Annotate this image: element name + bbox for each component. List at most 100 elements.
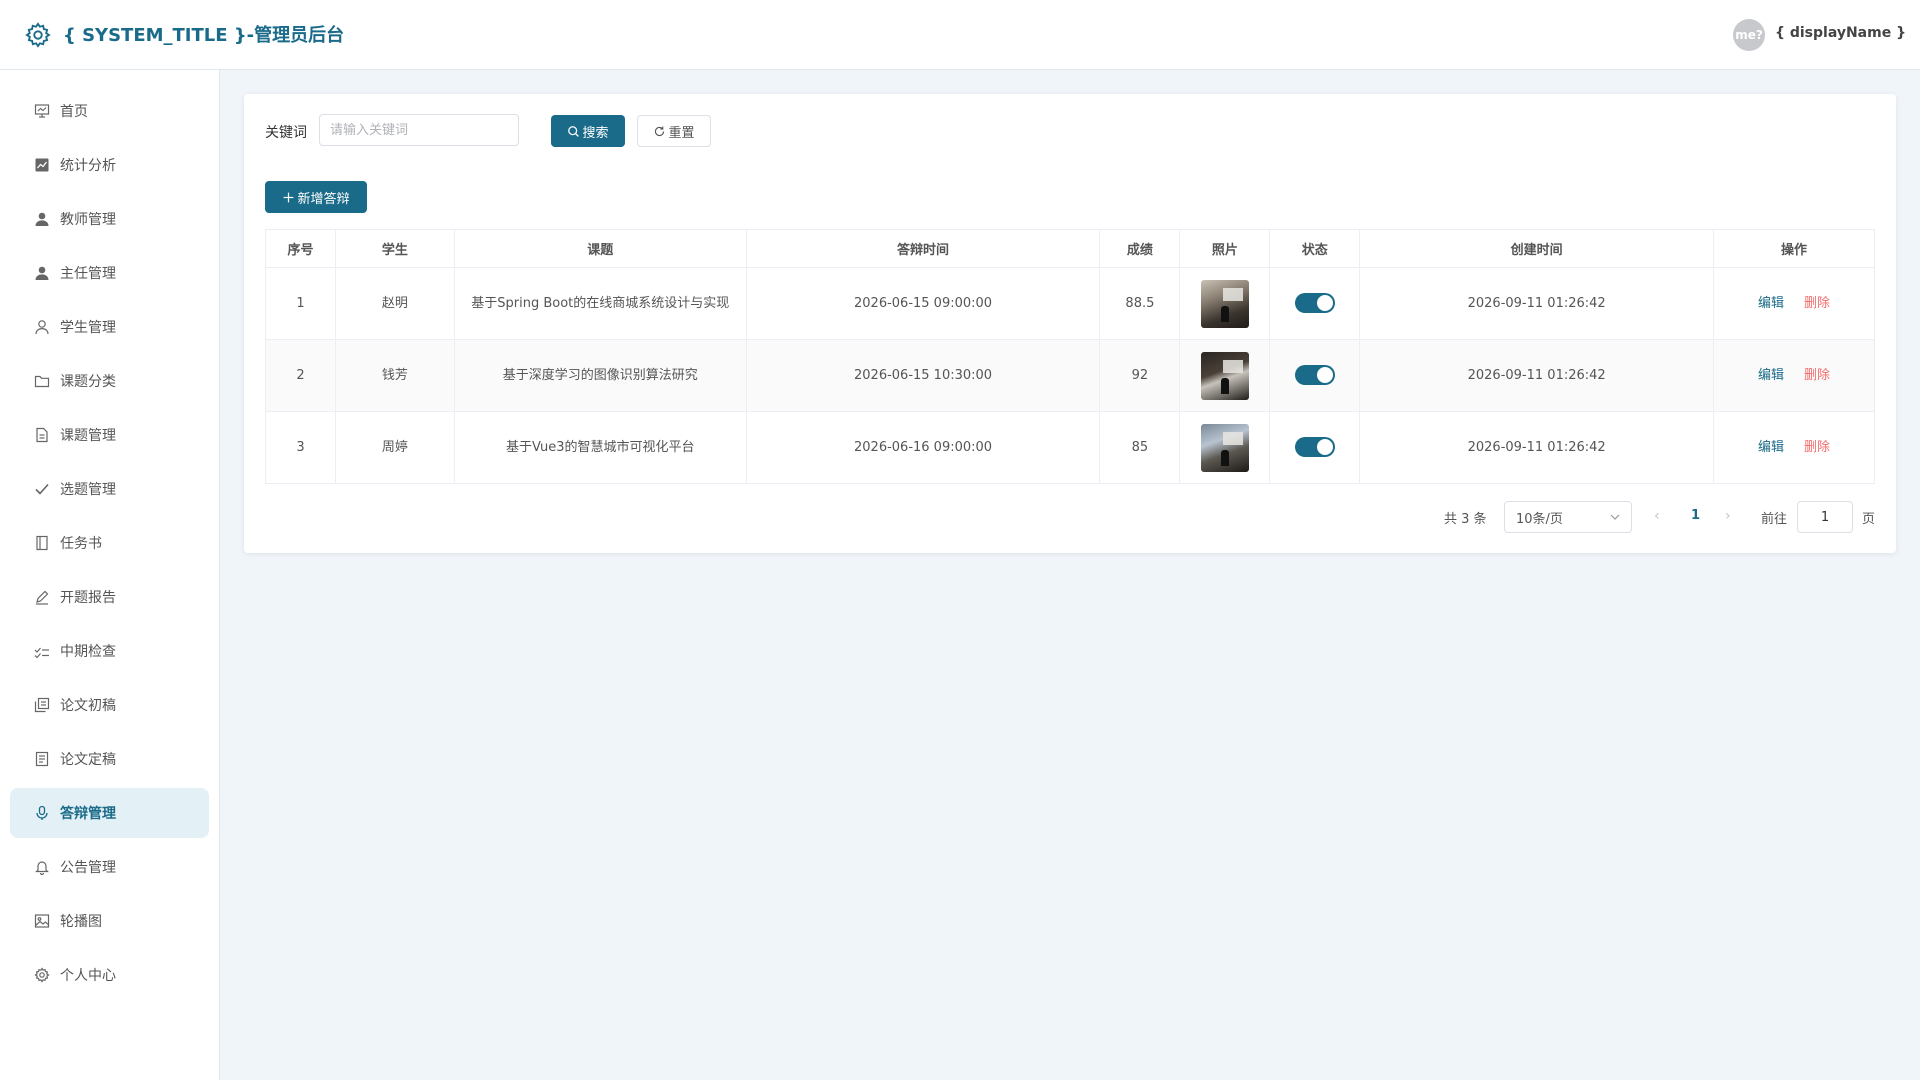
reset-button[interactable]: 重置 [637, 115, 711, 147]
search-button[interactable]: 搜索 [551, 115, 625, 147]
sidebar-item-0[interactable]: 首页 [10, 86, 209, 136]
sidebar-item-12[interactable]: 论文定稿 [10, 734, 209, 784]
cell-created: 2026-09-11 01:26:42 [1359, 339, 1715, 412]
sidebar-item-9[interactable]: 开题报告 [10, 572, 209, 622]
cell-index: 3 [265, 411, 336, 484]
sidebar-item-2[interactable]: 教师管理 [10, 194, 209, 244]
microphone-icon [34, 805, 50, 821]
topic-text: 基于Spring Boot的在线商城系统设计与实现 [471, 295, 730, 311]
gear-icon [25, 22, 51, 48]
user-outline-icon [34, 319, 50, 335]
cell-photo [1179, 267, 1271, 340]
col-header-index: 序号 [265, 229, 336, 268]
cell-photo [1179, 411, 1271, 484]
goto-label: 前往 [1761, 512, 1788, 527]
cell-created: 2026-09-11 01:26:42 [1359, 267, 1715, 340]
sidebar-item-10[interactable]: 中期检查 [10, 626, 209, 676]
check-icon [34, 481, 50, 497]
delete-link[interactable]: 删除 [1804, 440, 1830, 455]
cell-actions: 编辑 删除 [1713, 267, 1875, 340]
delete-link[interactable]: 删除 [1804, 368, 1830, 383]
edit-link[interactable]: 编辑 [1758, 296, 1784, 311]
cell-created: 2026-09-11 01:26:42 [1359, 411, 1715, 484]
sidebar-item-label: 选题管理 [60, 482, 116, 498]
sidebar-item-15[interactable]: 轮播图 [10, 896, 209, 946]
delete-link[interactable]: 删除 [1804, 296, 1830, 311]
add-defense-label: 新增答辩 [297, 191, 350, 207]
status-toggle[interactable] [1294, 437, 1335, 458]
user-filled-icon [34, 211, 50, 227]
cell-student: 赵明 [334, 267, 455, 340]
col-header-student: 学生 [334, 229, 455, 268]
cell-status [1269, 339, 1361, 412]
cell-status [1269, 267, 1361, 340]
cell-topic: 基于Vue3的智慧城市可视化平台 [453, 411, 747, 484]
sidebar-item-14[interactable]: 公告管理 [10, 842, 209, 892]
sidebar-item-5[interactable]: 课题分类 [10, 356, 209, 406]
defense-photo[interactable] [1200, 351, 1249, 400]
topic-text: 基于Vue3的智慧城市可视化平台 [506, 439, 695, 455]
sidebar-item-label: 开题报告 [60, 590, 116, 606]
table-row: 3 周婷 基于Vue3的智慧城市可视化平台 2026-06-16 09:00:0… [265, 411, 1875, 484]
copy-document-icon [34, 697, 50, 713]
col-header-score: 成绩 [1099, 229, 1181, 268]
cell-index: 2 [265, 339, 336, 412]
setting-icon [34, 967, 50, 983]
page-suffix: 页 [1862, 512, 1876, 527]
cell-defense-time: 2026-06-16 09:00:00 [745, 411, 1101, 484]
topic-text: 基于深度学习的图像识别算法研究 [502, 367, 698, 383]
edit-link[interactable]: 编辑 [1758, 368, 1784, 383]
add-defense-button[interactable]: 新增答辩 [265, 181, 367, 213]
finished-icon [34, 643, 50, 659]
col-header-created: 创建时间 [1359, 229, 1715, 268]
sidebar-item-label: 主任管理 [60, 266, 116, 282]
app-title: { SYSTEM_TITLE }-管理员后台 [63, 25, 345, 46]
sidebar-item-label: 学生管理 [60, 320, 116, 336]
sidebar-item-label: 答辩管理 [60, 806, 116, 822]
refresh-icon [655, 126, 665, 136]
search-input[interactable] [319, 114, 519, 146]
sidebar-item-8[interactable]: 任务书 [10, 518, 209, 568]
col-header-actions: 操作 [1713, 229, 1875, 268]
main-card: 关键词 搜索 重置 新增答辩 序号 学生 课题 答辩时间 成绩 照片 状态 创建… [244, 94, 1896, 553]
avatar[interactable]: me? [1733, 19, 1765, 51]
sidebar-item-6[interactable]: 课题管理 [10, 410, 209, 460]
col-header-photo: 照片 [1179, 229, 1271, 268]
sidebar-item-11[interactable]: 论文初稿 [10, 680, 209, 730]
status-toggle[interactable] [1294, 293, 1335, 314]
sidebar-item-7[interactable]: 选题管理 [10, 464, 209, 514]
next-page-button[interactable]: › [1725, 508, 1731, 524]
page-number-current[interactable]: 1 [1691, 508, 1700, 523]
sidebar-item-3[interactable]: 主任管理 [10, 248, 209, 298]
cell-topic: 基于深度学习的图像识别算法研究 [453, 339, 747, 412]
defense-photo[interactable] [1200, 279, 1249, 328]
goto-page-input[interactable] [1797, 501, 1853, 533]
user-display-name[interactable]: { displayName } [1775, 25, 1906, 41]
sidebar-item-label: 任务书 [60, 536, 102, 552]
sidebar-item-label: 轮播图 [60, 914, 102, 930]
edit-link[interactable]: 编辑 [1758, 440, 1784, 455]
cell-index: 1 [265, 267, 336, 340]
notebook-icon [34, 535, 50, 551]
sidebar-item-label: 公告管理 [60, 860, 116, 876]
prev-page-button[interactable]: ‹ [1654, 508, 1660, 524]
reset-button-label: 重置 [668, 125, 695, 141]
sidebar-item-16[interactable]: 个人中心 [10, 950, 209, 1000]
chevron-down-icon [1610, 514, 1620, 520]
cell-photo [1179, 339, 1271, 412]
sidebar-item-1[interactable]: 统计分析 [10, 140, 209, 190]
edit-pen-icon [34, 589, 50, 605]
sidebar-item-4[interactable]: 学生管理 [10, 302, 209, 352]
sidebar-item-13[interactable]: 答辩管理 [10, 788, 209, 838]
page-size-select[interactable]: 10条/页 [1504, 501, 1632, 533]
picture-icon [34, 913, 50, 929]
cell-topic: 基于Spring Boot的在线商城系统设计与实现 [453, 267, 747, 340]
folder-icon [34, 373, 50, 389]
table-row: 1 赵明 基于Spring Boot的在线商城系统设计与实现 2026-06-1… [265, 267, 1875, 340]
cell-score: 85 [1099, 411, 1181, 484]
defense-photo[interactable] [1200, 423, 1249, 472]
status-toggle[interactable] [1294, 365, 1335, 386]
document-icon [34, 427, 50, 443]
top-header: { SYSTEM_TITLE }-管理员后台 me? { displayName… [0, 0, 1920, 70]
search-icon [568, 125, 580, 137]
